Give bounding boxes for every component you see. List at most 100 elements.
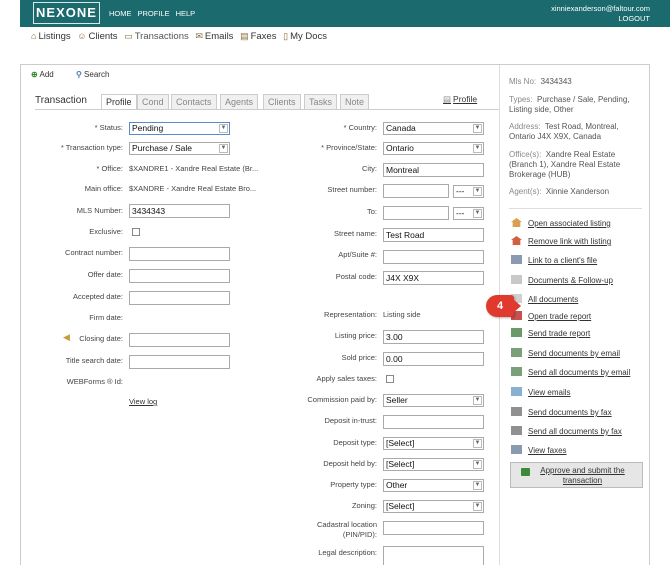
tab-tasks[interactable]: Tasks (304, 94, 338, 109)
to-suffix-select[interactable]: --- ▼ (453, 207, 484, 220)
subnav-my-docs[interactable]: ▯ My Docs (283, 31, 327, 42)
send-documents-by-fax-link[interactable]: Send documents by fax (511, 407, 612, 417)
deposit-type-value: [Select] (386, 438, 415, 448)
status-select[interactable]: Pending ▼ (129, 122, 230, 135)
offer-date-input[interactable] (129, 269, 230, 283)
deposit-held-by-value: [Select] (386, 459, 415, 469)
to-input[interactable] (383, 206, 449, 220)
envelope-icon: ✉ (195, 31, 203, 41)
send-trade-report-link[interactable]: Send trade report (511, 328, 590, 338)
chevron-down-icon: ▼ (473, 502, 482, 511)
title-search-date-input[interactable] (129, 355, 230, 369)
ampersand: & (570, 276, 577, 285)
subnav-clients[interactable]: ☺ Clients (77, 31, 117, 42)
search-button[interactable]: ⚲ Search (76, 70, 119, 79)
tab-agents[interactable]: Agents (220, 94, 259, 109)
logout-link[interactable]: LOGOUT (551, 14, 650, 24)
nexone-logo[interactable]: NEXONE (33, 2, 100, 24)
listing-price-input[interactable]: 3.00 (383, 330, 484, 344)
province-select[interactable]: Ontario ▼ (383, 142, 484, 155)
tab-clients[interactable]: Clients (263, 94, 301, 109)
action-label: Open trade report (528, 312, 592, 321)
all-documents-link[interactable]: All documents (511, 294, 578, 304)
action-label: Send trade report (528, 329, 591, 338)
province-value: Ontario (386, 143, 414, 153)
street-number-input[interactable] (383, 184, 449, 198)
submit-icon (521, 468, 530, 476)
closing-date-input[interactable] (129, 333, 230, 347)
link-to-client-file-link[interactable]: Link to a client's file (511, 255, 597, 265)
apply-sales-taxes-checkbox[interactable] (386, 375, 394, 383)
legal-description-textarea[interactable] (383, 546, 484, 565)
commission-paid-by-label: Commission paid by: (307, 395, 377, 404)
commission-paid-by-select[interactable]: Seller ▼ (383, 394, 484, 407)
plus-icon: ⊕ (31, 70, 38, 79)
title-search-date-label: Title search date: (65, 356, 123, 365)
offices-value: Xandre Real Estate (545, 150, 616, 159)
property-type-value: Other (386, 480, 408, 490)
postal-code-label: Postal code: (335, 272, 377, 281)
transaction-type-value: Purchase / Sale (132, 143, 193, 153)
send-documents-by-email-link[interactable]: Send documents by email (511, 348, 620, 358)
nav-home[interactable]: HOME (109, 9, 132, 18)
documents-link[interactable]: Documents (528, 276, 568, 285)
house-icon: ⌂ (31, 31, 37, 41)
apt-input[interactable] (383, 250, 484, 264)
open-trade-report-link[interactable]: Open trade report (511, 311, 591, 321)
country-select[interactable]: Canada ▼ (383, 122, 484, 135)
deposit-in-trust-input[interactable] (383, 415, 484, 429)
transaction-type-select[interactable]: Purchase / Sale ▼ (129, 142, 230, 155)
follow-up-link[interactable]: Follow-up (578, 276, 613, 285)
module-nav: ⌂ Listings ☺ Clients ▭ Transactions ✉ Emails… (31, 31, 331, 42)
tab-contacts[interactable]: Contacts (171, 94, 217, 109)
country-label: * Country: (343, 123, 377, 132)
sidebar-mls: Mls No: 3434343 (509, 77, 572, 87)
action-label: View faxes (528, 446, 567, 455)
offices-label: Office(s): (509, 150, 542, 159)
add-button[interactable]: ⊕ Add (31, 70, 64, 79)
tab-divider (35, 109, 499, 110)
deposit-type-select[interactable]: [Select] ▼ (383, 437, 484, 450)
address-value: Test Road, Montreal, (544, 122, 619, 131)
subnav-listings[interactable]: ⌂ Listings (31, 31, 71, 42)
types-label: Types: (509, 95, 533, 104)
exclusive-checkbox[interactable] (132, 228, 140, 236)
open-associated-listing-link[interactable]: Open associated listing (511, 218, 611, 228)
zoning-select[interactable]: [Select] ▼ (383, 500, 484, 513)
street-number-label: Street number: (327, 185, 377, 194)
action-label: Send documents by email (528, 349, 621, 358)
street-number-suffix-value: --- (456, 186, 465, 196)
mls-number-input[interactable]: 3434343 (129, 204, 230, 218)
view-faxes-link[interactable]: View faxes (511, 445, 567, 455)
tab-note[interactable]: Note (340, 94, 370, 109)
property-type-select[interactable]: Other ▼ (383, 479, 484, 492)
view-log-link[interactable]: View log (129, 397, 157, 406)
tab-profile[interactable]: Profile (101, 94, 137, 109)
street-number-suffix-select[interactable]: --- ▼ (453, 185, 484, 198)
nav-help[interactable]: HELP (176, 9, 196, 18)
sold-price-input[interactable]: 0.00 (383, 352, 484, 366)
action-label: All documents (528, 295, 579, 304)
tab-cond[interactable]: Cond (137, 94, 169, 109)
send-all-documents-by-email-link[interactable]: Send all documents by email (511, 367, 630, 377)
subnav-transactions[interactable]: ▭ Transactions (124, 31, 189, 42)
profile-link-label: Profile (453, 94, 478, 104)
view-emails-link[interactable]: View emails (511, 387, 571, 397)
city-input[interactable]: Montreal (383, 163, 484, 177)
send-all-documents-by-fax-link[interactable]: Send all documents by fax (511, 426, 622, 436)
remove-link-with-listing-link[interactable]: Remove link with listing (511, 236, 611, 246)
email-docs-icon (511, 348, 522, 357)
subnav-faxes[interactable]: ▤ Faxes (240, 31, 276, 42)
subnav-emails[interactable]: ✉ Emails (195, 31, 233, 42)
postal-code-input[interactable]: J4X X9X (383, 271, 484, 285)
document-icon: ▯ (283, 31, 289, 41)
approve-submit-button[interactable]: Approve and submit the transaction (510, 462, 643, 488)
street-name-input[interactable]: Test Road (383, 228, 484, 242)
profile-print-link[interactable]: ▤ Profile (443, 94, 477, 105)
deposit-held-by-select[interactable]: [Select] ▼ (383, 458, 484, 471)
view-faxes-icon (511, 445, 522, 454)
cadastral-location-input[interactable] (383, 521, 484, 535)
accepted-date-input[interactable] (129, 291, 230, 305)
nav-profile[interactable]: PROFILE (138, 9, 170, 18)
contract-number-input[interactable] (129, 247, 230, 261)
